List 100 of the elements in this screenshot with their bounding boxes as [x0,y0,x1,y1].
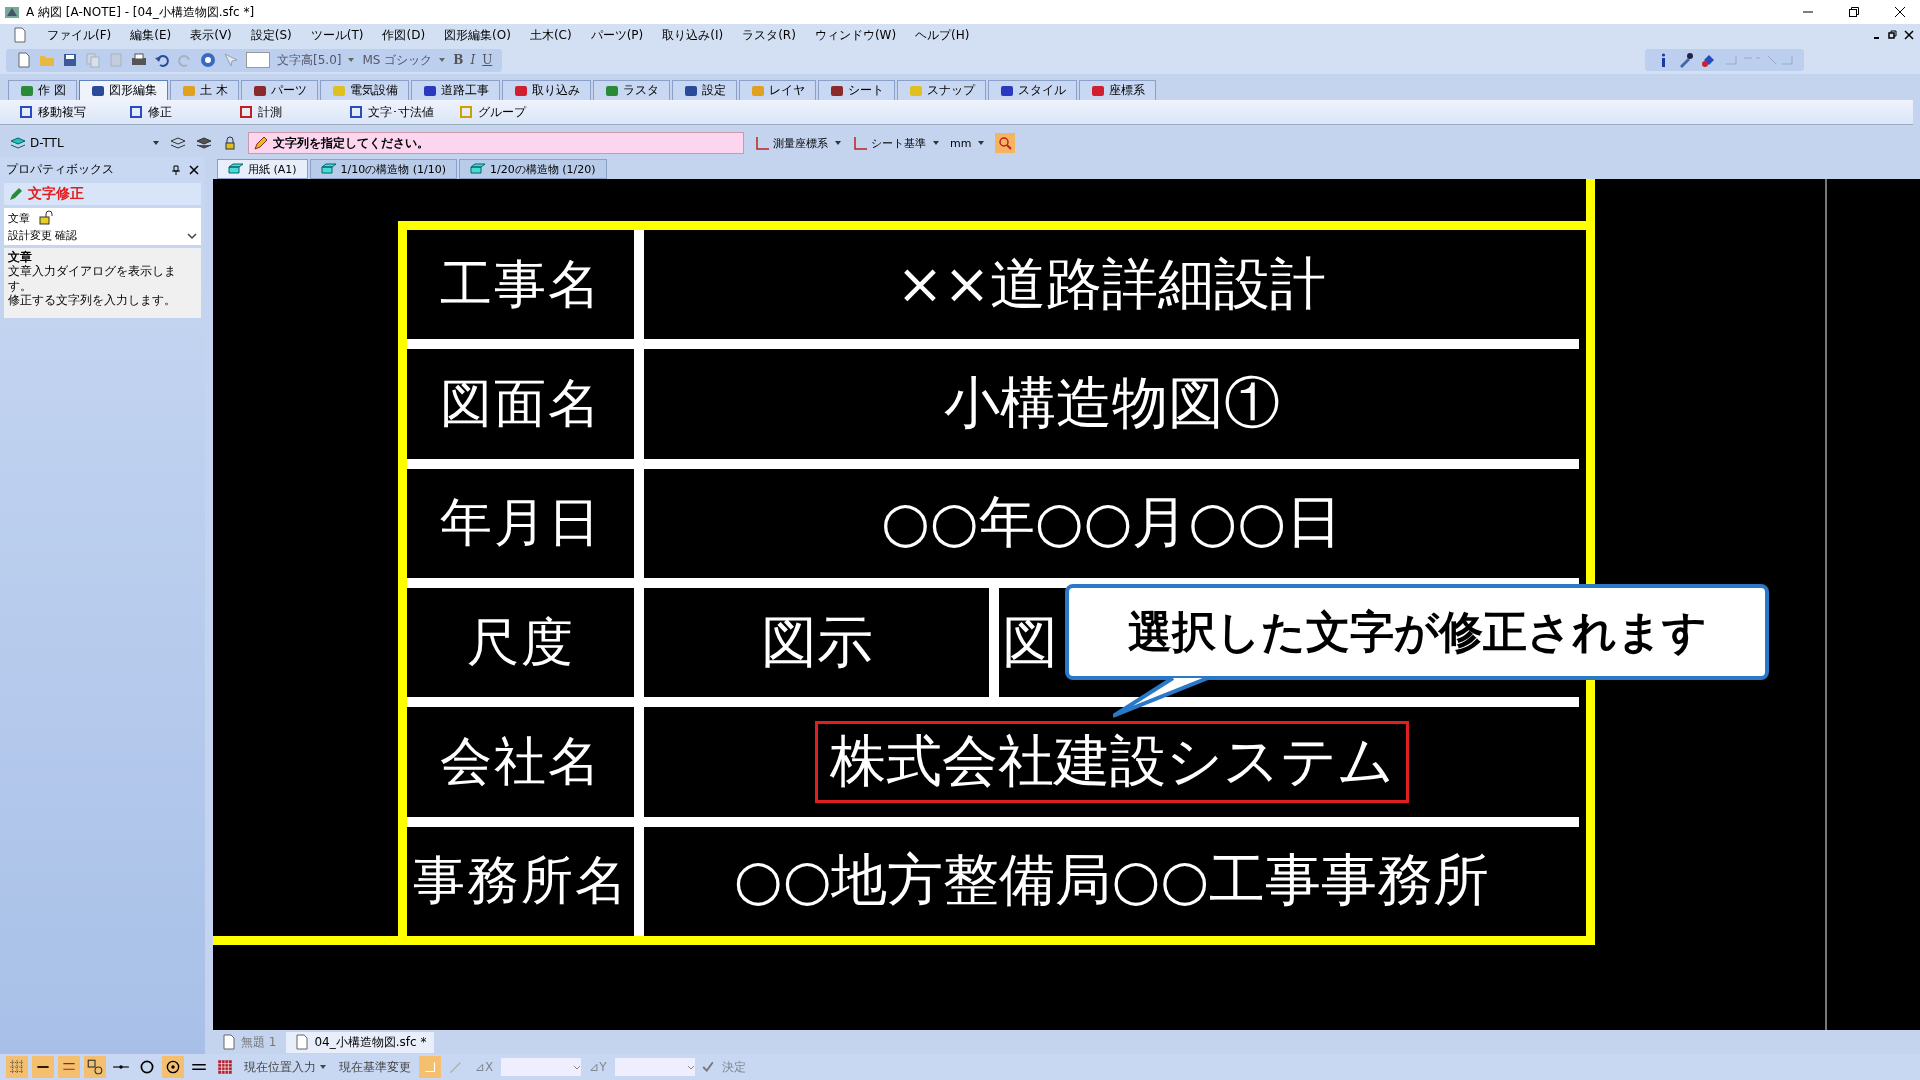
caret-icon [977,139,986,147]
tool-icon [348,104,364,120]
tool-button[interactable]: 移動複写 [18,103,108,121]
menu-item[interactable]: 図形編集(O) [444,26,511,44]
ribbon-tab[interactable]: 道路工事 [410,80,500,100]
axis-icon [852,135,868,151]
lock-icon[interactable] [222,135,238,151]
pencil-icon [253,135,269,151]
menu-item[interactable]: ラスタ(R) [742,26,796,44]
cell-label: 事務所名 [407,826,634,936]
center-icon[interactable] [162,1056,184,1078]
coordinate-dropdown[interactable]: 測量座標系 [754,135,842,151]
cell-label: 年月日 [407,468,634,578]
ribbon-tab[interactable]: 座標系 [1078,80,1156,100]
layer-icon [10,135,26,151]
ribbon-tab[interactable]: 取り込み [501,80,591,100]
chevron-down-icon[interactable] [187,230,197,241]
cell-value: ○○地方整備局○○工事事務所 [732,846,1491,915]
zoom-icon[interactable] [995,133,1016,153]
caret-icon [152,139,160,147]
coordinate-dropdown[interactable]: mm [950,136,986,150]
layer-icon[interactable] [170,135,186,151]
caret-icon [319,1063,327,1071]
cell-label: 工事名 [407,230,634,340]
tool-icon [128,104,144,120]
cell-value: ××道路詳細設計 [895,249,1328,318]
restore-icon[interactable] [1888,30,1898,40]
layer-icon[interactable] [196,135,212,151]
position-input-dropdown[interactable]: 現在位置入力 [240,1058,331,1076]
pin-icon[interactable] [171,164,181,175]
ribbon-tab[interactable]: 設定 [671,80,737,100]
caret-icon [834,139,842,147]
save-icon[interactable] [62,52,78,68]
ribbon-tab[interactable]: 土 木 [169,80,239,100]
menu-item[interactable]: 土木(C) [529,26,572,44]
underline-button[interactable]: U [482,53,493,67]
property-field[interactable]: 文章 設計変更 確認 [4,208,201,245]
close-icon[interactable] [1904,30,1914,40]
tool-button[interactable]: グループ [458,103,548,121]
ribbon-tab[interactable]: レイヤ [738,80,816,100]
close-icon[interactable] [189,164,199,175]
menu-item[interactable]: ツール(T) [310,26,364,44]
tool-button[interactable]: 計測 [238,103,328,121]
tool-icon [18,104,34,120]
text-edit-icon [8,186,24,202]
file-tab[interactable]: 04_小構造物図.sfc * [286,1031,435,1053]
caret-icon [438,56,447,64]
ribbon-tab[interactable]: スタイル [987,80,1077,100]
eyedropper-icon[interactable] [1678,52,1694,68]
menu-item[interactable]: 表示(V) [190,26,232,44]
ribbon-tab[interactable]: パーツ [240,80,318,100]
field-label: 文章 [8,210,30,226]
menu-item[interactable]: ファイル(F) [47,26,112,44]
close-icon[interactable] [1894,6,1906,18]
ribbon-tab[interactable]: ラスタ [592,80,670,100]
menu-item[interactable]: 設定(S) [250,26,292,44]
printer-icon[interactable] [131,52,147,68]
panel-heading: 文字修正 [28,185,84,203]
italic-button[interactable]: I [470,53,476,67]
snap-icon[interactable] [58,1056,80,1078]
base-change-button[interactable]: 現在基準変更 [335,1058,415,1076]
cell-value: 図 [1001,607,1059,676]
drawing-icon [221,1034,237,1050]
paint-bucket-icon[interactable] [1701,52,1717,68]
coordinate-dropdown[interactable]: シート基準 [852,135,940,151]
shapes-icon[interactable] [84,1056,106,1078]
bold-button[interactable]: B [453,53,464,67]
ribbon-tab[interactable]: 電気設備 [319,80,409,100]
sheet-tab[interactable]: 用紙 (A1) [217,159,308,179]
ribbon-tab[interactable]: 作 図 [8,80,77,100]
ortho-icon[interactable] [32,1056,54,1078]
tool-button[interactable]: 文字･寸法値 [348,103,438,121]
sheet-tab[interactable]: 1/10の構造物 (1/10) [309,159,458,179]
caret-icon [932,139,940,147]
color-dropdown[interactable] [246,52,270,68]
ribbon-tab[interactable]: 図形編集 [78,80,168,100]
dy-field[interactable] [614,1058,695,1076]
menu-item[interactable]: 編集(E) [130,26,172,44]
font-dropdown[interactable]: MS ゴシック [362,51,447,69]
help-icon[interactable] [200,52,216,68]
menu-item[interactable]: 作図(D) [382,26,426,44]
sheet-tab[interactable]: 1/20の構造物 (1/20) [459,159,607,179]
tool-button[interactable]: 修正 [128,103,218,121]
ribbon-tab[interactable]: シート [817,80,895,100]
layer-dropdown[interactable]: D-TTL [10,135,160,151]
new-file-icon[interactable] [16,52,32,68]
cell-value: 図示 [759,607,874,676]
ribbon-tab[interactable]: スナップ [896,80,986,100]
cell-label: 図面名 [407,349,634,459]
menu-item[interactable]: パーツ(P) [590,26,644,44]
undo-icon[interactable] [154,52,170,68]
menu-item[interactable]: ヘルプ(H) [915,26,970,44]
restore-icon[interactable] [1848,6,1860,18]
text-height-dropdown[interactable]: 文字高[5.0] [277,51,356,69]
dx-label: ⊿X [474,1060,495,1074]
menu-item[interactable]: 取り込み(I) [662,26,724,44]
menu-item[interactable]: ウィンドウ(W) [814,26,897,44]
caret-icon [347,56,356,64]
description-title: 文章 [8,250,33,265]
dx-field[interactable] [501,1058,582,1076]
